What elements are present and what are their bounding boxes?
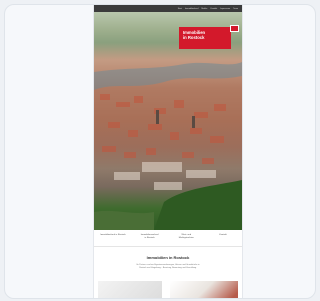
website-page[interactable]: Start Immobilienkauf Makler Kontakt Impr…: [94, 5, 242, 298]
brand-mark-icon: [230, 25, 239, 32]
intro-line-2: Rostock und Umgebung – Beratung, Bewertu…: [139, 267, 197, 269]
hero-aerial-photo: Immobilien in Rostock: [94, 12, 242, 230]
nav-item-impressum[interactable]: Impressum: [220, 8, 230, 10]
tab-kontakt[interactable]: Kontakt: [207, 234, 239, 246]
nav-item-immobilienkauf[interactable]: Immobilienkauf: [185, 8, 198, 10]
tab-immobilienverkauf[interactable]: Immobilienverkauf in Rostock: [134, 234, 166, 246]
section-tabs: Immobilienkauf in Rostock Immobilienverk…: [94, 230, 242, 247]
tab-label: Kontakt: [219, 234, 227, 236]
tab-sublabel: Marktgutachten: [178, 237, 194, 239]
nav-item-makler[interactable]: Makler: [201, 8, 207, 10]
tab-label: Wert- und: [181, 234, 192, 236]
teaser-image-sketch[interactable]: [98, 281, 162, 298]
top-navigation: Start Immobilienkauf Makler Kontakt Impr…: [94, 5, 242, 12]
teaser-images: [98, 281, 238, 298]
tab-label: Immobilienkauf in Rostock: [100, 234, 126, 236]
nav-item-start[interactable]: Start: [178, 8, 182, 10]
intro-text: Ihr Partner rund um Eigentumswohnungen, …: [94, 260, 242, 270]
tab-label: Immobilienverkauf: [140, 234, 159, 236]
nav-item-team[interactable]: Team: [233, 8, 238, 10]
brand-logo-box[interactable]: Immobilien in Rostock: [179, 27, 231, 49]
teaser-image-handshake[interactable]: [170, 281, 238, 298]
preview-card: Start Immobilienkauf Makler Kontakt Impr…: [4, 4, 316, 299]
brand-line-2: in Rostock: [183, 35, 205, 40]
tab-sublabel: in Rostock: [144, 237, 155, 239]
tab-gutachten[interactable]: Wert- und Marktgutachten: [170, 234, 202, 246]
nav-item-kontakt[interactable]: Kontakt: [210, 8, 217, 10]
tab-immobilienkauf[interactable]: Immobilienkauf in Rostock: [97, 234, 129, 246]
